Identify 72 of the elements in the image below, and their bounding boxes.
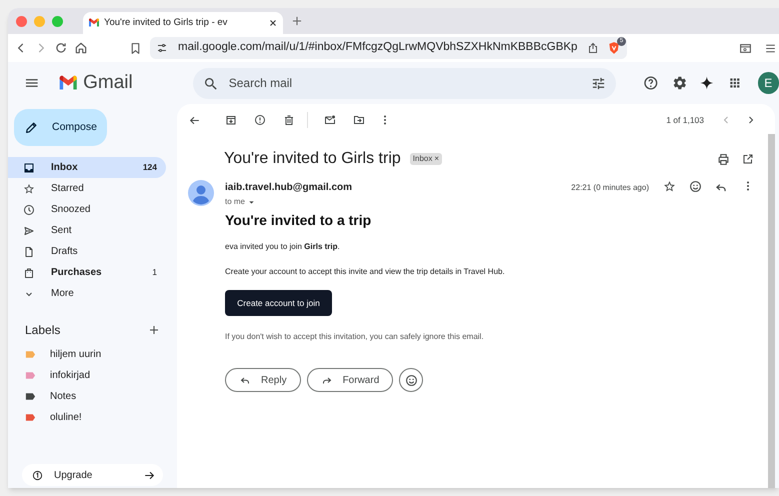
smiley-icon [404, 374, 418, 386]
emoji-button[interactable] [399, 368, 424, 392]
inbox-tray-icon [23, 162, 35, 174]
message-counter: 1 of 1,103 [666, 114, 704, 126]
upgrade-button[interactable]: Upgrade [22, 464, 163, 486]
message-time: 22:21 (0 minutes ago) [571, 182, 649, 194]
apps-grid-icon[interactable] [728, 76, 742, 90]
delete-icon[interactable] [283, 114, 295, 126]
label-item[interactable]: infokirjad [8, 365, 170, 386]
document-icon [23, 246, 35, 258]
nav-item[interactable]: Snoozed [8, 199, 166, 220]
send-icon [23, 224, 35, 236]
tab-title: You're invited to Girls trip - ev [104, 16, 228, 30]
nav-item[interactable]: Drafts [8, 241, 166, 262]
new-tab-icon[interactable] [290, 14, 304, 28]
sparkle-icon[interactable] [699, 75, 715, 91]
nav-item[interactable]: Sent [8, 220, 166, 241]
label-item[interactable]: hiljem uurin [8, 344, 170, 365]
forward-button[interactable]: Forward [306, 368, 394, 392]
menu-icon[interactable] [764, 42, 777, 54]
reply-button[interactable]: Reply [225, 368, 301, 392]
mail-logo-icon [88, 17, 100, 29]
home-icon[interactable] [74, 41, 88, 55]
compose-button[interactable]: Compose [14, 109, 107, 146]
message-subject: You're invited to Girls trip [224, 149, 401, 169]
add-label-icon[interactable] [148, 324, 160, 336]
section-heading: Labels [25, 322, 62, 338]
site-settings-icon[interactable] [156, 42, 168, 54]
browser-tab[interactable]: You're invited to Girls trip - ev [83, 12, 283, 34]
star-icon [23, 182, 35, 194]
create-account-button[interactable]: Create account to join [225, 290, 332, 316]
open-in-new-window-icon[interactable] [742, 153, 754, 165]
filter-sliders-icon[interactable] [591, 76, 606, 90]
url-text: mail.google.com/mail/u/1/#inbox/FMfcgzQgLrwMQVbhSZXHkNmKBBBcGBKp [178, 40, 578, 56]
print-icon[interactable] [717, 152, 730, 166]
clock-icon [23, 204, 35, 216]
sidebar-icon[interactable] [739, 42, 752, 54]
inbox-tag: Inbox × [410, 153, 442, 165]
email-paragraph: eva invited you to join Girls trip. [225, 241, 340, 253]
nav-item[interactable]: Starred [8, 178, 166, 199]
sender-address: iaib.travel.hub@gmail.com [225, 181, 354, 195]
mark-unread-icon[interactable] [324, 114, 336, 126]
archive-icon[interactable] [225, 114, 237, 126]
reload-icon[interactable] [54, 41, 68, 55]
nav-item[interactable]: Inbox 124 [8, 157, 166, 178]
avatar[interactable]: E [758, 72, 779, 94]
share-icon[interactable] [587, 42, 599, 54]
shopping-bag-icon [23, 266, 35, 278]
recipient-dropdown[interactable]: to me [225, 196, 572, 208]
bookmark-icon[interactable] [129, 42, 142, 54]
circled-one-icon [32, 470, 43, 480]
nav-item[interactable]: Purchases 1 [8, 262, 166, 283]
sender-avatar-icon [188, 180, 214, 206]
label-item[interactable]: Notes [8, 386, 170, 407]
help-icon[interactable] [643, 75, 659, 91]
email-paragraph: Create your account to accept this invite and view the trip details in Travel Hub. [225, 266, 505, 278]
nav-item[interactable]: More [8, 283, 166, 304]
email-heading: You're invited to a trip [225, 211, 372, 230]
search-icon[interactable] [202, 76, 219, 92]
emoji-reaction-icon[interactable] [689, 180, 702, 193]
close-icon[interactable] [268, 18, 278, 28]
move-to-folder-icon[interactable] [353, 114, 365, 126]
report-icon[interactable] [254, 114, 266, 126]
label-item[interactable]: oluline! [8, 407, 170, 428]
scrollbar[interactable] [768, 134, 775, 488]
search-field[interactable]: Search mail [192, 68, 616, 98]
pencil-icon [25, 121, 38, 134]
settings-icon[interactable] [672, 75, 688, 91]
app-name: Gmail [83, 70, 133, 95]
email-note: If you don't wish to accept this invitation, you can safely ignore this email. [225, 331, 484, 343]
star-icon[interactable] [663, 180, 676, 193]
remove-tag-button[interactable]: × [434, 153, 440, 165]
